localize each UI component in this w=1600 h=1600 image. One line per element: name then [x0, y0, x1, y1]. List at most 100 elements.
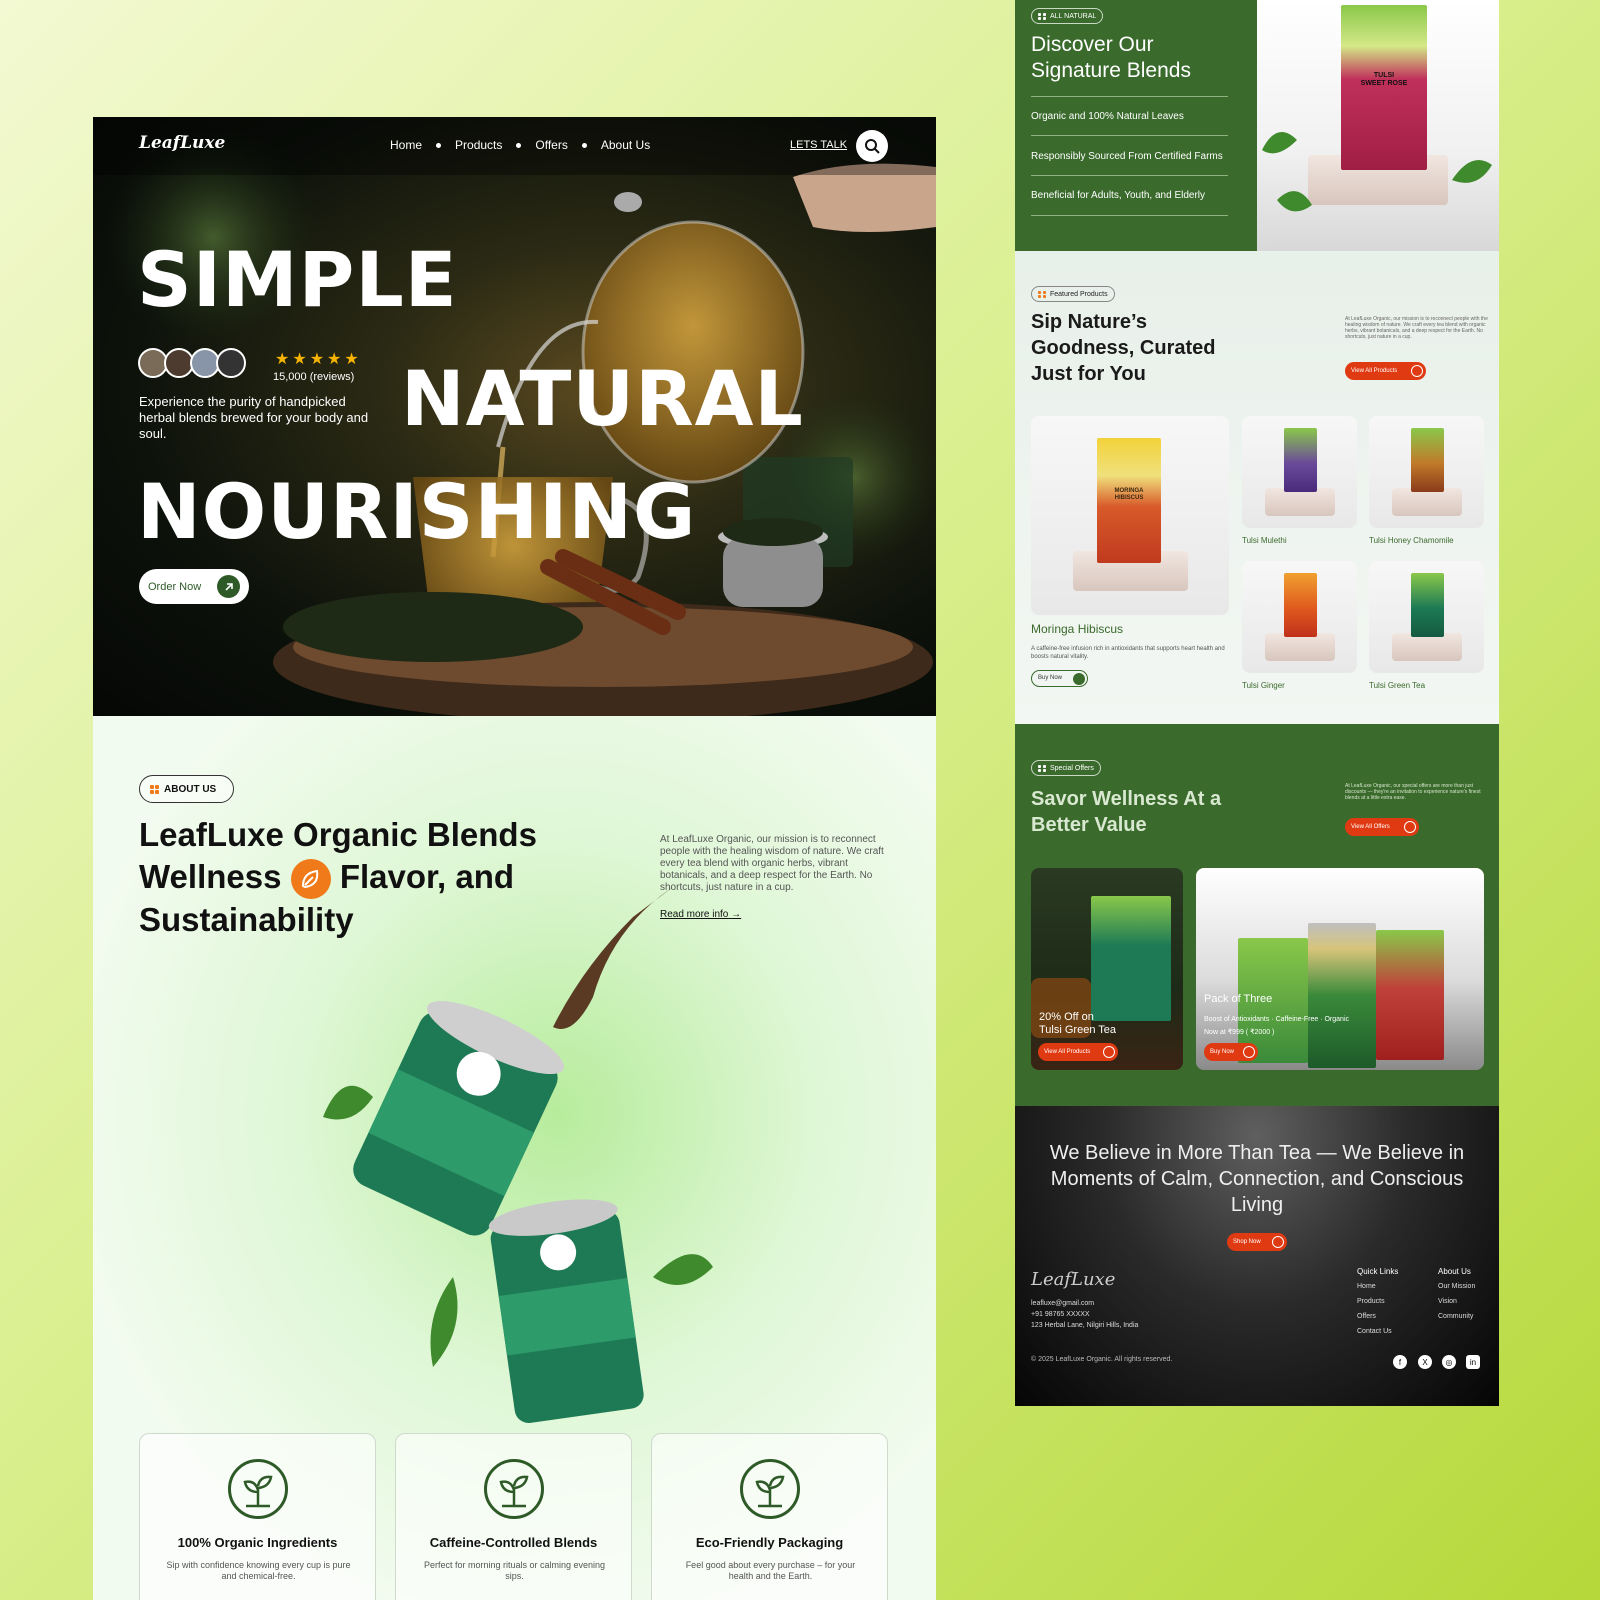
offer1-cta-label: View All Products: [1044, 1049, 1091, 1055]
signature-product-image: TULSI SWEET ROSE: [1257, 0, 1499, 251]
divider: [1031, 215, 1228, 216]
product-page: ALL NATURAL Discover Our Signature Blends…: [1015, 0, 1499, 1406]
featured-title-line3: Just for You: [1031, 363, 1146, 385]
product-name: Tulsi Mulethi: [1242, 536, 1287, 545]
nav-link-products[interactable]: Products: [455, 138, 502, 152]
order-now-label: Order Now: [148, 580, 202, 593]
signature-title-line2: Signature Blends: [1031, 59, 1191, 82]
special-offers-badge: Special Offers: [1031, 760, 1101, 776]
hero-word-natural: NATURAL: [401, 354, 804, 443]
footer-link-vision[interactable]: Vision: [1438, 1298, 1457, 1305]
featured-badge: Featured Products: [1031, 286, 1115, 302]
tea-box-label: MORINGA HIBISCUS: [1097, 488, 1161, 502]
tea-box-label-line2: SWEET ROSE: [1360, 80, 1408, 87]
offers-title: Savor Wellness At a Better Value: [1031, 786, 1221, 838]
product-card-main[interactable]: MORINGA HIBISCUS: [1031, 416, 1229, 615]
search-button[interactable]: [856, 130, 888, 162]
order-now-button[interactable]: Order Now: [139, 569, 249, 604]
offer1-view-products-button[interactable]: View All Products: [1038, 1043, 1118, 1061]
nav-separator-dot: [436, 142, 442, 148]
about-links-title: About Us: [1438, 1267, 1471, 1276]
feature-description: Perfect for morning rituals or calming e…: [423, 1560, 606, 1581]
footer-link-products[interactable]: Products: [1357, 1298, 1385, 1305]
view-all-offers-button[interactable]: View All Offers: [1345, 818, 1419, 836]
arrow-up-right-icon: [1103, 1046, 1115, 1058]
top-nav: LeafLuxe Home Products Offers About Us L…: [93, 117, 936, 175]
nav-link-offers[interactable]: Offers: [535, 138, 567, 152]
grid-icon: [1038, 290, 1047, 298]
offer-card-bundle[interactable]: Pack of Three Boost of Antioxidants · Ca…: [1196, 868, 1484, 1070]
tea-box-label: TULSI SWEET ROSE: [1341, 72, 1427, 88]
feature-card: Caffeine-Controlled Blends Perfect for m…: [395, 1433, 632, 1600]
view-all-products-label: View All Products: [1351, 368, 1398, 374]
product-name: Tulsi Ginger: [1242, 681, 1285, 690]
footer-email[interactable]: leafluxe@gmail.com: [1031, 1300, 1094, 1307]
signature-item: Organic and 100% Natural Leaves: [1031, 111, 1184, 122]
offers-title-line1: Savor Wellness At a: [1031, 788, 1222, 810]
feature-description: Sip with confidence knowing every cup is…: [166, 1560, 351, 1581]
customer-avatars: [138, 348, 246, 378]
footer-link-offers[interactable]: Offers: [1357, 1313, 1376, 1320]
feature-description: Feel good about every purchase – for you…: [685, 1560, 856, 1581]
offer1-text: 20% Off on Tulsi Green Tea: [1039, 1011, 1116, 1037]
tea-box: [1376, 930, 1444, 1060]
tea-tin: [1308, 923, 1376, 1068]
brand-logo[interactable]: LeafLuxe: [139, 133, 225, 153]
footer-link-community[interactable]: Community: [1438, 1313, 1473, 1320]
special-offers-section: Special Offers Savor Wellness At a Better…: [1015, 724, 1499, 1106]
instagram-icon[interactable]: ◎: [1442, 1355, 1456, 1369]
signature-title-line1: Discover Our: [1031, 33, 1154, 56]
hero-word-nourishing: NOURISHING: [137, 467, 697, 556]
offer2-details: Boost of Antioxidants · Caffeine-Free · …: [1204, 1013, 1349, 1039]
nav-links: Home Products Offers About Us: [390, 138, 650, 152]
nav-separator-dot: [516, 142, 522, 148]
arrow-up-right-icon: [1404, 821, 1416, 833]
facebook-icon[interactable]: f: [1393, 1355, 1407, 1369]
pedestal: [1265, 633, 1335, 661]
lets-talk-link[interactable]: LETS TALK: [790, 139, 847, 151]
copyright: © 2025 LeafLuxe Organic. All rights rese…: [1031, 1356, 1173, 1363]
pedestal: [1392, 633, 1462, 661]
offers-title-line2: Better Value: [1031, 814, 1147, 836]
product-card[interactable]: [1369, 416, 1484, 528]
product-card[interactable]: [1242, 561, 1357, 673]
nav-link-home[interactable]: Home: [390, 138, 422, 152]
featured-description: At LeafLuxe Organic, our mission is to r…: [1345, 316, 1488, 340]
footer-logo[interactable]: LeafLuxe: [1031, 1269, 1115, 1290]
avatar: [216, 348, 246, 378]
shop-now-button[interactable]: Shop Now: [1227, 1233, 1287, 1251]
x-icon[interactable]: X: [1418, 1355, 1432, 1369]
feature-card: Eco-Friendly Packaging Feel good about e…: [651, 1433, 888, 1600]
tea-box-label-line1: MORINGA: [1114, 488, 1144, 494]
arrow-up-right-icon: [1411, 365, 1423, 377]
offer1-line2: Tulsi Green Tea: [1039, 1024, 1117, 1036]
landing-page: LeafLuxe Home Products Offers About Us L…: [93, 117, 936, 1600]
grid-icon: [150, 784, 159, 794]
offer2-cta-label: Buy Now: [1210, 1049, 1235, 1055]
hero-section: LeafLuxe Home Products Offers About Us L…: [93, 117, 936, 716]
view-all-products-button[interactable]: View All Products: [1345, 362, 1426, 380]
main-product-name: Moringa Hibiscus: [1031, 622, 1124, 636]
offer2-buy-now-button[interactable]: Buy Now: [1204, 1043, 1258, 1061]
linkedin-icon[interactable]: in: [1466, 1355, 1480, 1369]
feature-title: 100% Organic Ingredients: [177, 1535, 338, 1550]
footer-link-home[interactable]: Home: [1357, 1283, 1376, 1290]
tea-box: [1091, 896, 1171, 1021]
nav-link-about[interactable]: About Us: [601, 138, 650, 152]
offer1-line1: 20% Off on: [1039, 1011, 1094, 1023]
offer-card-discount[interactable]: 20% Off on Tulsi Green Tea View All Produ…: [1031, 868, 1183, 1070]
footer-address: 123 Herbal Lane, Nilgiri Hills, India: [1031, 1322, 1139, 1329]
sprout-icon: [484, 1459, 544, 1519]
offers-description: At LeafLuxe Organic, our special offers …: [1345, 783, 1481, 801]
product-card[interactable]: [1369, 561, 1484, 673]
divider: [1031, 96, 1228, 97]
footer-link-mission[interactable]: Our Mission: [1438, 1283, 1475, 1290]
buy-now-button[interactable]: Buy Now: [1031, 670, 1088, 687]
footer-phone: +91 98765 XXXXX: [1031, 1311, 1090, 1318]
footer-link-contact[interactable]: Contact Us: [1357, 1328, 1392, 1335]
sprout-icon: [740, 1459, 800, 1519]
about-badge-label: ABOUT US: [164, 783, 217, 795]
about-title-wellness: Wellness: [139, 858, 282, 895]
signature-title: Discover Our Signature Blends: [1031, 32, 1191, 84]
product-card[interactable]: [1242, 416, 1357, 528]
